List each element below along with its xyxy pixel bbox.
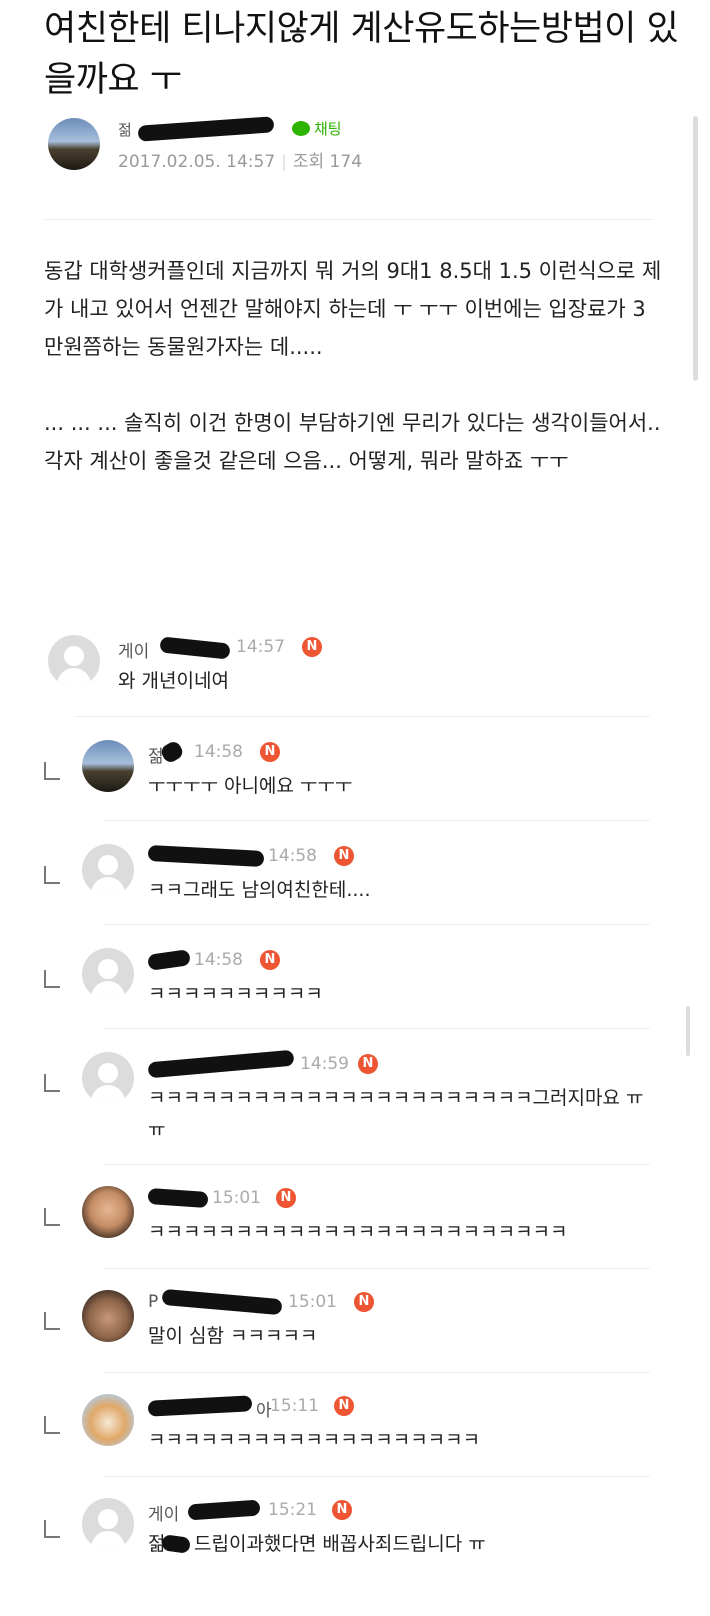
comment-time: 14:59 [300,1054,349,1074]
reply-indicator-icon [44,1520,60,1538]
author-name[interactable]: 젊 [118,119,132,140]
chat-button[interactable]: 채팅 [292,118,342,139]
comment-text: ㅋㅋㅋㅋㅋㅋㅋㅋㅋㅋㅋㅋㅋㅋㅋㅋㅋㅋㅋㅋㅋㅋ그러지마요 ㅠㅠ [148,1087,644,1141]
reply-indicator-icon [44,970,60,988]
reply-indicator-icon [44,1312,60,1330]
comment-divider [104,1164,650,1165]
comment-divider [104,924,650,925]
comment-author[interactable]: 게이 [148,1500,179,1525]
new-badge: N [332,1500,352,1520]
comment-time: 14:58 [194,950,243,970]
scrollbar-secondary[interactable] [686,1006,690,1056]
author-avatar[interactable] [48,118,100,170]
post-meta: 2017.02.05. 14:57 | 조회 174 [118,152,363,172]
comment-text: ㅜㅜㅜㅜ 아니에요 ㅜㅜㅜ [148,775,353,797]
redaction-scribble [147,1049,295,1079]
redaction-scribble [147,949,191,971]
post-body: 동갑 대학생커플인데 지금까지 뭐 거의 9대1 8.5대 1.5 이런식으로 … [44,259,662,473]
divider [44,219,654,220]
post-views: 조회 174 [292,152,363,172]
comment-divider [74,716,650,717]
comment-author[interactable]: P [148,1292,158,1312]
post-author-row: 젊 채팅 2017.02.05. 14:57 | 조회 174 [48,115,668,175]
comment-time: 15:11 [270,1396,319,1416]
comment-avatar[interactable] [82,1394,134,1446]
new-badge: N [354,1292,374,1312]
comment-divider [104,1372,650,1373]
comment-avatar[interactable] [82,948,134,1000]
comment-avatar[interactable] [48,635,100,687]
comment-avatar[interactable] [82,740,134,792]
comment-avatar[interactable] [82,1498,134,1550]
comment-text: ㅋㅋㅋㅋㅋㅋㅋㅋㅋㅋㅋㅋㅋㅋㅋㅋㅋㅋㅋㅋㅋㅋㅋㅋ [148,1221,568,1243]
comment-text: 말이 심함 ㅋㅋㅋㅋㅋ [148,1325,318,1347]
reply-indicator-icon [44,1208,60,1226]
new-badge: N [260,950,280,970]
redaction-scribble [147,844,265,868]
comment-avatar[interactable] [82,1186,134,1238]
comment-divider [104,1476,650,1477]
comment-divider [104,1028,650,1029]
comment-time: 14:58 [268,846,317,866]
redaction-scribble [159,636,231,660]
comment-text: ㅋㅋㅋㅋㅋㅋㅋㅋㅋㅋㅋㅋㅋㅋㅋㅋㅋㅋㅋ [148,1429,481,1451]
reply-indicator-icon [44,762,60,780]
comment-avatar[interactable] [82,844,134,896]
comment-avatar[interactable] [82,1290,134,1342]
reply-indicator-icon [44,1074,60,1092]
redaction-scribble [161,1534,191,1554]
chat-label: 채팅 [314,120,342,138]
post-title: 여친한테 티나지않게 계산유도하는방법이 있을까요 ㅜ [44,9,679,100]
reply-indicator-icon [44,1416,60,1434]
comment-time: 15:01 [212,1188,261,1208]
redaction-scribble [161,1288,283,1316]
comment-text: 와 개년이네여 [118,670,229,692]
reply-indicator-icon [44,866,60,884]
chat-bubble-icon [292,121,310,136]
redaction-scribble [147,1187,209,1209]
comment-time: 14:57 [236,637,285,657]
scrollbar[interactable] [693,116,698,381]
redaction-scribble [187,1499,261,1521]
comment-text: ㅋㅋ그래도 남의여친한테.... [148,879,371,901]
new-badge: N [276,1188,296,1208]
comment-divider [104,820,650,821]
post-date: 2017.02.05. 14:57 [118,152,276,172]
comment-text: ㅋㅋㅋㅋㅋㅋㅋㅋㅋㅋ [148,983,323,1005]
comment-time: 15:21 [268,1500,317,1520]
redaction-scribble [137,116,275,142]
redaction-scribble [147,1395,253,1417]
new-badge: N [334,846,354,866]
comment-divider [104,1268,650,1269]
new-badge: N [334,1396,354,1416]
comment-text: 드립이과했다면 배꼽사죄드립니다 ㅠ [194,1533,486,1555]
comment-author[interactable]: 게이 [118,637,149,662]
comment-time: 14:58 [194,742,243,762]
new-badge: N [358,1054,378,1074]
new-badge: N [302,637,322,657]
comment-avatar[interactable] [82,1052,134,1104]
comment-time: 15:01 [288,1292,337,1312]
new-badge: N [260,742,280,762]
